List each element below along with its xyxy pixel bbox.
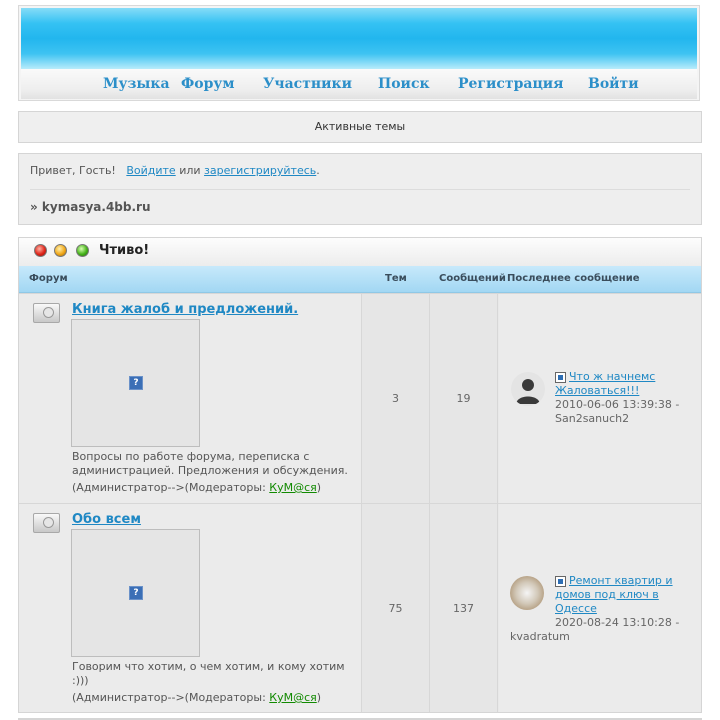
category-title: Чтиво! [99, 243, 150, 258]
user-silhouette-icon [516, 379, 540, 404]
broken-image-icon: ? [129, 376, 143, 390]
forum-description: Вопросы по работе форума, переписка с ад… [72, 450, 348, 477]
nav-search[interactable]: Поиск [378, 76, 430, 92]
column-last-post: Последнее сообщение [507, 273, 640, 284]
or-text: или [179, 164, 201, 177]
last-post-cell: Что ж начнемс Жаловаться!!! 2010-06-06 1… [499, 294, 701, 503]
table-header: Форум Тем Сообщений Последнее сообщение [19, 266, 701, 293]
active-topics-link[interactable]: Активные темы [315, 120, 406, 133]
forum-row: Книга жалоб и предложений. ? Вопросы по … [19, 293, 701, 503]
active-topics-bar: Активные темы [18, 111, 702, 143]
forum-image: ? [71, 319, 200, 447]
moderators-prefix: (Администратор-->(Модераторы: [72, 691, 270, 704]
divider [30, 189, 690, 190]
forum-moderators: (Администратор-->(Модераторы: КуМ@ся) [72, 481, 321, 494]
last-post-title[interactable]: Что ж начнемс Жаловаться!!! [555, 370, 655, 397]
nav-music[interactable]: Музыка [103, 76, 170, 92]
welcome-box: Привет, Гость! Войдите или зарегистрируй… [18, 153, 702, 225]
last-post-cell: Ремонт квартир и домов под ключ в Одессе… [499, 504, 701, 712]
topics-count: 75 [362, 504, 430, 712]
forum-title-link[interactable]: Обо всем [72, 512, 141, 527]
breadcrumb[interactable]: » kymasya.4bb.ru [30, 200, 151, 214]
avatar [510, 576, 544, 610]
forum-moderators: (Администратор-->(Модераторы: КуМ@ся) [72, 691, 321, 704]
posts-count: 137 [430, 504, 498, 712]
forum-info-cell: Обо всем ? Говорим что хотим, о чем хоти… [19, 504, 362, 712]
period-text: . [316, 164, 320, 177]
last-post-author: kvadratum [510, 630, 570, 643]
main-nav: Музыка Форум Участники Поиск Регистрация… [21, 69, 697, 99]
last-post-date: 2020-08-24 13:10:28 - [555, 616, 680, 629]
green-dot-icon [76, 244, 89, 257]
column-posts: Сообщений [439, 273, 506, 284]
last-post-title[interactable]: Ремонт квартир и домов под ключ в Одессе [555, 574, 673, 615]
last-post-author: San2sanuch2 [555, 412, 630, 425]
last-post-date: 2010-06-06 13:39:38 - [555, 398, 680, 411]
nav-forum[interactable]: Форум [181, 76, 235, 92]
forum-description: Говорим что хотим, о чем хотим, и кому х… [72, 660, 345, 687]
forum-status-icon [33, 513, 60, 533]
site-header: Музыка Форум Участники Поиск Регистрация… [18, 5, 700, 101]
moderators-suffix: ) [316, 481, 322, 494]
moderators-suffix: ) [316, 691, 322, 704]
forum-row: Обо всем ? Говорим что хотим, о чем хоти… [19, 503, 701, 712]
column-forum: Форум [29, 273, 68, 284]
yellow-dot-icon [54, 244, 67, 257]
moderator-link[interactable]: КуМ@ся [269, 481, 316, 494]
category-header: Чтиво! [19, 238, 701, 267]
posts-count: 19 [430, 294, 498, 503]
nav-register[interactable]: Регистрация [458, 76, 564, 92]
header-banner [21, 8, 697, 69]
broken-image-icon: ? [129, 586, 143, 600]
page: Музыка Форум Участники Поиск Регистрация… [0, 0, 720, 720]
welcome-line: Привет, Гость! Войдите или зарегистрируй… [30, 164, 320, 177]
column-topics: Тем [385, 273, 407, 284]
last-post-link[interactable]: Что ж начнемс Жаловаться!!! [555, 370, 695, 398]
forum-image: ? [71, 529, 200, 657]
forum-status-icon [33, 303, 60, 323]
moderator-link[interactable]: КуМ@ся [269, 691, 316, 704]
nav-login[interactable]: Войти [588, 76, 639, 92]
nav-members[interactable]: Участники [263, 76, 352, 92]
avatar [511, 372, 545, 406]
last-post-link[interactable]: Ремонт квартир и домов под ключ в Одессе [555, 574, 695, 616]
register-link[interactable]: зарегистрируйтесь [204, 164, 316, 177]
moderators-prefix: (Администратор-->(Модераторы: [72, 481, 270, 494]
forum-title-link[interactable]: Книга жалоб и предложений. [72, 302, 298, 317]
red-dot-icon [34, 244, 47, 257]
topics-count: 3 [362, 294, 430, 503]
category-block: Чтиво! Форум Тем Сообщений Последнее соо… [18, 237, 702, 713]
login-link[interactable]: Войдите [126, 164, 175, 177]
greeting-text: Привет, Гость! [30, 164, 116, 177]
forum-info-cell: Книга жалоб и предложений. ? Вопросы по … [19, 294, 362, 503]
